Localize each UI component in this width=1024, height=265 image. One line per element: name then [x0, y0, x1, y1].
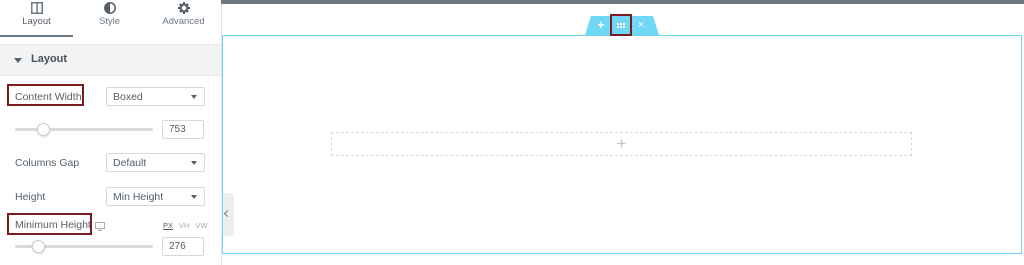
tab-style[interactable]: Style — [73, 0, 146, 37]
panel-tabs: Layout Style Advanced — [0, 0, 221, 37]
minimum-height-label: Minimum Height — [15, 219, 91, 231]
tab-advanced-label: Advanced — [162, 16, 205, 27]
width-slider-handle[interactable] — [36, 123, 50, 136]
delete-section-button[interactable]: × — [634, 16, 648, 35]
layout-section-title: Layout — [31, 53, 68, 65]
width-slider-track[interactable] — [15, 128, 153, 131]
dropdown-arrow-icon — [191, 161, 197, 165]
half-circle-icon — [73, 2, 146, 16]
desktop-icon[interactable] — [95, 218, 105, 236]
columns-gap-label: Columns Gap — [15, 157, 80, 169]
caret-down-icon — [14, 58, 22, 63]
tab-layout-label: Layout — [22, 16, 51, 27]
dropdown-arrow-icon — [191, 95, 197, 99]
minimum-height-slider-handle[interactable] — [32, 240, 46, 253]
height-select[interactable]: Min Height — [106, 187, 205, 206]
content-width-label: Content Width — [15, 91, 82, 103]
height-value: Min Height — [113, 191, 164, 203]
columns-icon — [0, 2, 73, 16]
preview-top-bar — [221, 0, 1024, 4]
gear-icon — [147, 2, 220, 16]
minimum-height-number-input[interactable]: 276 — [162, 237, 204, 256]
dropdown-arrow-icon — [191, 195, 197, 199]
tab-style-label: Style — [98, 16, 121, 27]
content-width-value: Boxed — [113, 91, 143, 103]
content-width-select[interactable]: Boxed — [106, 87, 205, 106]
unit-vw[interactable]: VW — [195, 221, 207, 230]
tab-advanced[interactable]: Advanced — [147, 0, 220, 37]
editor-panel: Layout Style Advanced Layout Content Wid… — [0, 0, 222, 265]
edit-section-button[interactable] — [610, 14, 632, 36]
width-number-input[interactable]: 753 — [162, 120, 204, 139]
unit-px[interactable]: PX — [163, 221, 173, 230]
add-widget-icon: + — [616, 134, 627, 153]
add-section-button[interactable]: + — [594, 16, 608, 35]
unit-vh[interactable]: VH — [179, 221, 189, 230]
grid-icon — [617, 22, 625, 28]
columns-gap-select[interactable]: Default — [106, 153, 205, 172]
height-label: Height — [15, 191, 46, 203]
columns-gap-value: Default — [113, 157, 147, 169]
empty-column-placeholder[interactable]: + — [331, 132, 912, 156]
layout-section-header[interactable]: Layout — [0, 44, 221, 76]
tab-layout[interactable]: Layout — [0, 0, 73, 37]
unit-switcher: PX VH VW — [163, 221, 214, 230]
